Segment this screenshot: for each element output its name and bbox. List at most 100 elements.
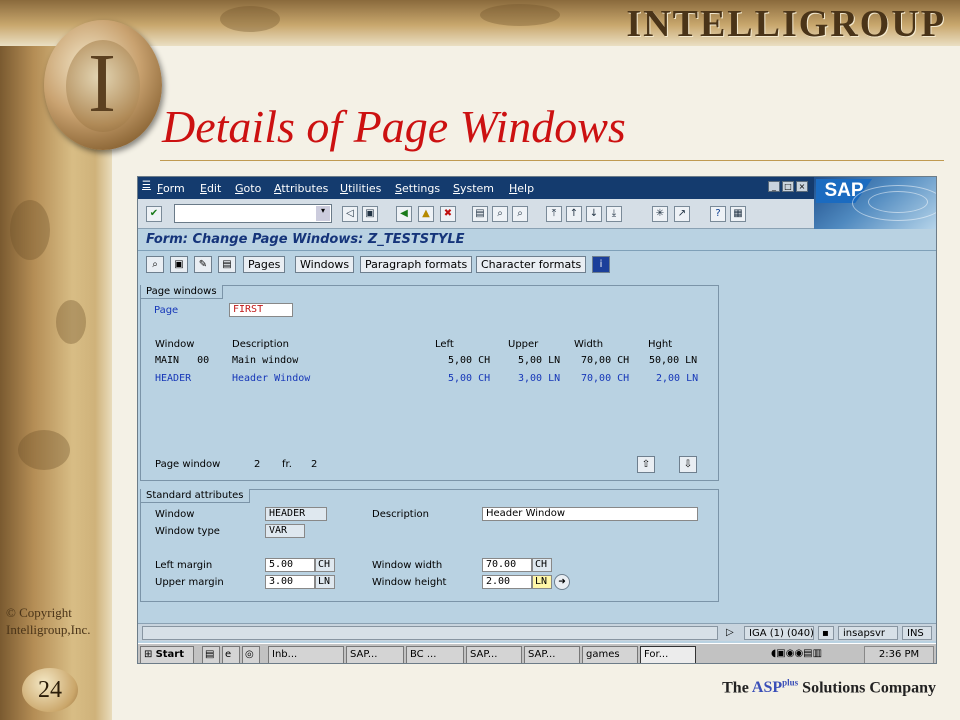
tagline-asp-text: ASP — [751, 679, 783, 697]
group-label: Standard attributes — [141, 489, 250, 503]
left-margin-field[interactable]: 5.00 — [265, 558, 315, 572]
taskbar-task-sap-3[interactable]: SAP... — [524, 646, 580, 663]
back-icon[interactable]: ◀ — [396, 206, 412, 222]
tagline: The ASPplus Solutions Company — [722, 678, 936, 697]
copyright: © Copyright Intelligroup,Inc. — [6, 604, 106, 638]
close-icon[interactable]: × — [796, 181, 808, 192]
column-header-window: Window — [155, 339, 195, 350]
window-type-label: Window type — [155, 526, 220, 537]
previous-page-icon[interactable]: ↑ — [566, 206, 582, 222]
logo-letter: I — [88, 37, 116, 130]
save-icon[interactable]: ▣ — [362, 206, 378, 222]
title-rule — [138, 250, 936, 251]
row-upper: 3,00 LN — [518, 373, 561, 384]
shortcut-icon[interactable]: ↗ — [674, 206, 690, 222]
row-description: Header Window — [232, 373, 311, 384]
windows-button[interactable]: Windows — [295, 256, 355, 273]
map-blot — [10, 200, 50, 260]
character-formats-button[interactable]: Character formats — [476, 256, 587, 273]
window-height-unit-field[interactable]: LN — [532, 575, 552, 589]
scroll-up-page-icon[interactable]: ⇧ — [637, 456, 655, 473]
sap-logo: SAP — [814, 177, 936, 229]
pages-button[interactable]: Pages — [243, 256, 286, 273]
menu-edit[interactable]: Edit — [200, 182, 221, 195]
tagline-asp: ASPplus — [751, 678, 799, 697]
system-tray-icons[interactable]: ◖▣◉◉▤▥ — [768, 646, 860, 663]
channels-icon[interactable]: ◎ — [242, 646, 260, 663]
column-header-height: Hght — [648, 339, 673, 350]
tagline-the: The — [722, 679, 752, 697]
window-height-field[interactable]: 2.00 — [482, 575, 532, 589]
enter-check-icon[interactable]: ✔ — [146, 206, 162, 222]
menu-help[interactable]: Help — [509, 182, 534, 195]
upper-margin-field[interactable]: 3.00 — [265, 575, 315, 589]
window-label: Window — [155, 509, 195, 520]
taskbar-task-inbox[interactable]: Inb... — [268, 646, 344, 663]
map-blot — [480, 4, 560, 26]
command-history-icon[interactable]: ▾ — [316, 206, 330, 221]
standard-toolbar: ✔ ▾ ◁ ▣ ◀ ▲ ✖ ▤ ⌕ ⌕ ⤒ ↑ ↓ ⤓ ✳ ↗ ? ▦ — [138, 199, 814, 229]
taskbar-task-games[interactable]: games — [582, 646, 638, 663]
taskbar-task-sap-1[interactable]: SAP... — [346, 646, 404, 663]
create-session-icon[interactable]: ✳ — [652, 206, 668, 222]
help-icon[interactable]: ? — [710, 206, 726, 222]
last-page-icon[interactable]: ⤓ — [606, 206, 622, 222]
taskbar-task-bc[interactable]: BC ... — [406, 646, 464, 663]
arrow-left-icon[interactable]: ◁ — [342, 206, 358, 222]
info-icon[interactable]: i — [592, 256, 610, 273]
insert-mode[interactable]: INS — [902, 626, 932, 640]
taskbar-clock[interactable]: 2:36 PM — [864, 646, 934, 663]
first-page-icon[interactable]: ⤒ — [546, 206, 562, 222]
window-field[interactable]: HEADER — [265, 507, 327, 521]
upper-margin-unit-field[interactable]: LN — [315, 575, 335, 589]
taskbar-task-form[interactable]: For... — [640, 646, 696, 663]
find-next-icon[interactable]: ⌕ — [512, 206, 528, 222]
menu-utilities[interactable]: Utilities — [340, 182, 381, 195]
next-page-icon[interactable]: ↓ — [586, 206, 602, 222]
maximize-icon[interactable]: □ — [782, 181, 794, 192]
display-change-icon[interactable]: ⌕ — [146, 256, 164, 273]
page-field[interactable]: FIRST — [229, 303, 293, 317]
status-message-area — [142, 626, 718, 640]
menu-form[interactable]: Form — [157, 182, 185, 195]
page-windows-group: Page windows Page FIRST Window Descripti… — [140, 285, 719, 481]
system-info-icon[interactable]: ▪ — [818, 626, 834, 640]
window-width-field[interactable]: 70.00 — [482, 558, 532, 572]
possible-entries-icon[interactable]: ➜ — [554, 574, 570, 590]
window-width-unit-field[interactable]: CH — [532, 558, 552, 572]
exit-icon[interactable]: ▲ — [418, 206, 434, 222]
row-left: 5,00 CH — [448, 373, 491, 384]
edit-icon[interactable]: ✎ — [194, 256, 212, 273]
paragraph-formats-button[interactable]: Paragraph formats — [360, 256, 473, 273]
menu-goto[interactable]: Goto — [235, 182, 261, 195]
find-icon[interactable]: ⌕ — [492, 206, 508, 222]
start-button[interactable]: ⊞ Start — [140, 646, 194, 663]
column-header-upper: Upper — [508, 339, 539, 350]
menu-attributes[interactable]: Attributes — [274, 182, 328, 195]
status-expand-icon[interactable]: ▷ — [722, 626, 742, 640]
command-input[interactable] — [175, 208, 315, 226]
minimize-icon[interactable]: _ — [768, 181, 780, 192]
print-icon[interactable]: ▤ — [472, 206, 488, 222]
left-margin-unit-field[interactable]: CH — [315, 558, 335, 572]
cancel-icon[interactable]: ✖ — [440, 206, 456, 222]
tagline-rest: Solutions Company — [798, 679, 936, 697]
window-menu-icon[interactable]: ☰ — [142, 180, 151, 191]
check-icon[interactable]: ▣ — [170, 256, 188, 273]
taskbar-task-sap-2[interactable]: SAP... — [466, 646, 522, 663]
description-field[interactable]: Header Window — [482, 507, 698, 521]
menu-settings[interactable]: Settings — [395, 182, 440, 195]
command-field[interactable]: ▾ — [174, 204, 332, 226]
desktop-icon[interactable]: ▤ — [202, 646, 220, 663]
layout-menu-icon[interactable]: ▦ — [730, 206, 746, 222]
menu-system[interactable]: System — [453, 182, 494, 195]
copyright-line: Intelligroup,Inc. — [6, 622, 91, 637]
tagline-plus: plus — [782, 678, 799, 688]
row-upper: 5,00 LN — [518, 355, 561, 366]
scroll-down-page-icon[interactable]: ⇩ — [679, 456, 697, 473]
window-type-field[interactable]: VAR — [265, 524, 305, 538]
test-print-icon[interactable]: ▤ — [218, 256, 236, 273]
application-toolbar: ⌕ ▣ ✎ ▤ Pages Windows Paragraph formats … — [138, 253, 936, 277]
browser-icon[interactable]: e — [222, 646, 240, 663]
row-width: 70,00 CH — [581, 355, 630, 366]
